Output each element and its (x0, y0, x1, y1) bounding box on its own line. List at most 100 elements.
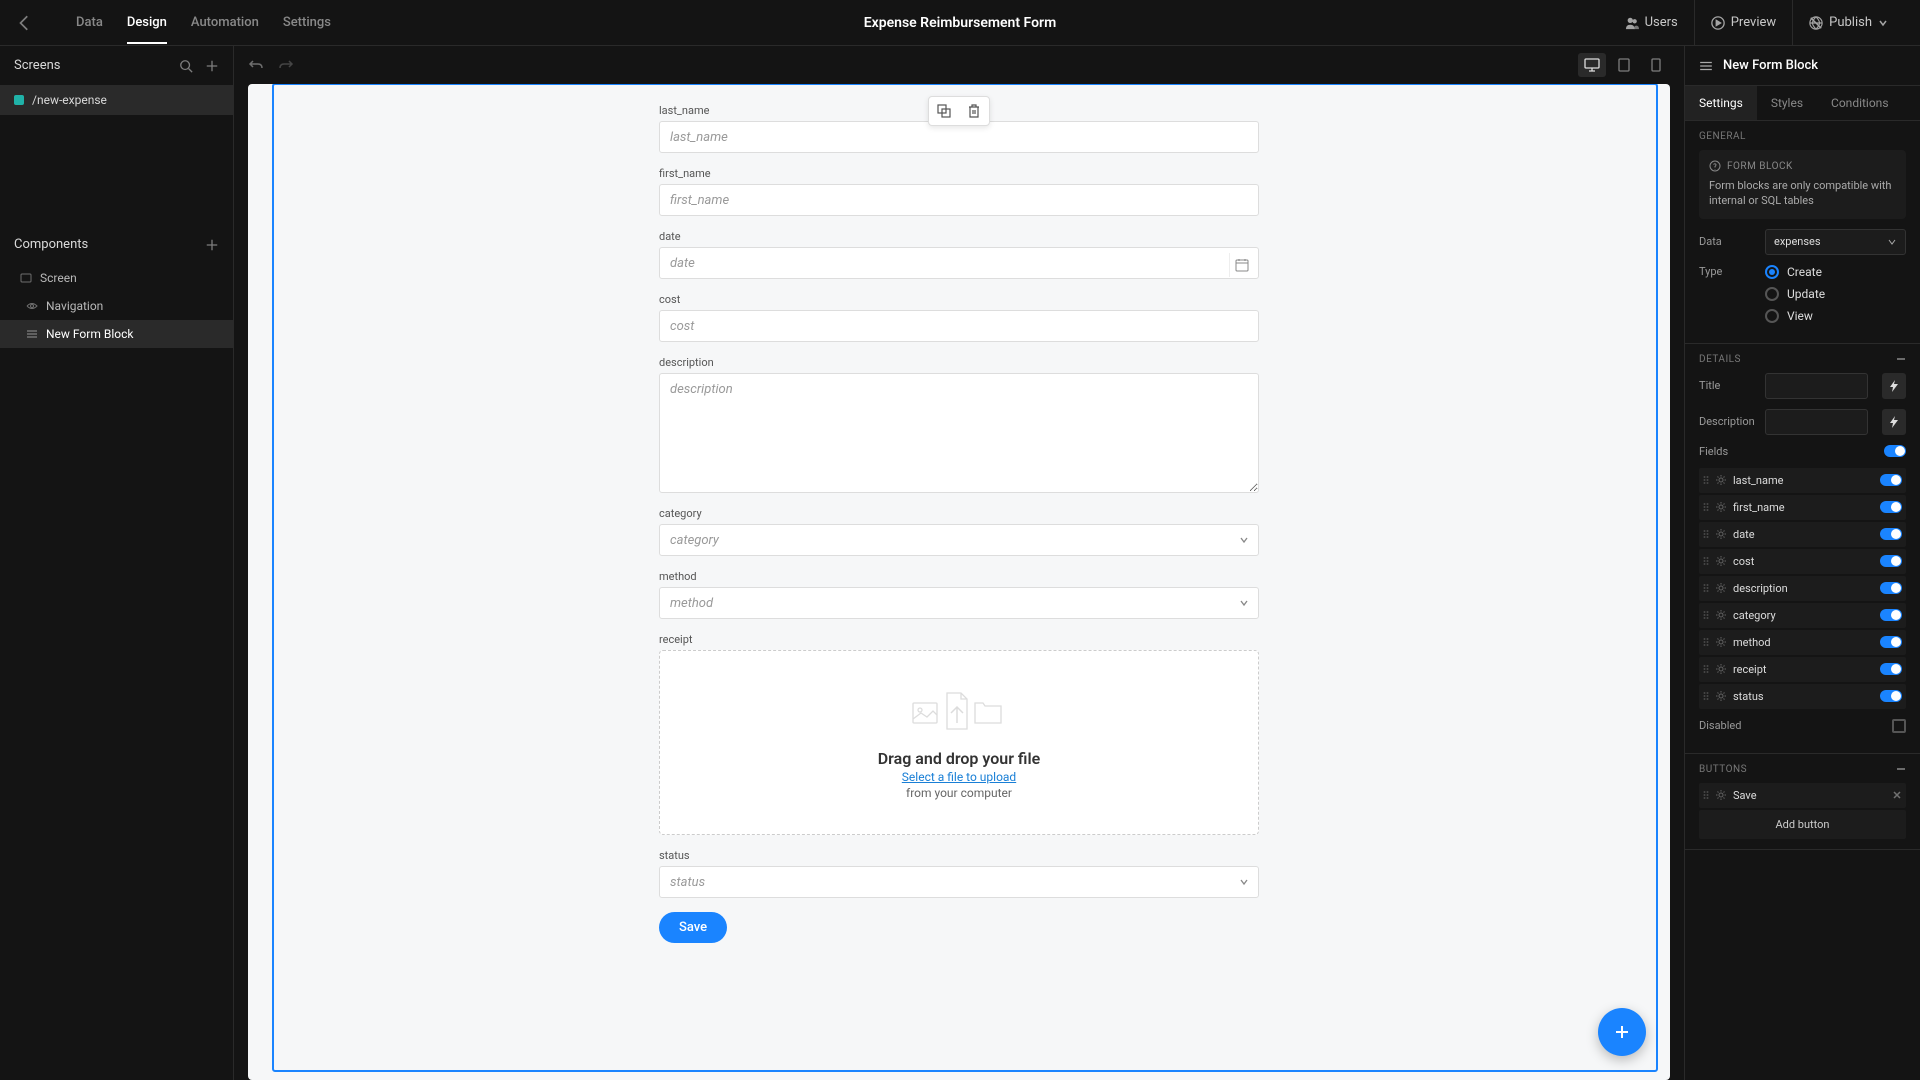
field-toggle[interactable] (1880, 555, 1902, 567)
field-row-status[interactable]: status (1699, 684, 1906, 709)
gear-icon (1715, 636, 1727, 648)
gear-icon (1715, 789, 1727, 801)
select-method[interactable] (659, 587, 1259, 619)
prop-title-input[interactable] (1765, 373, 1868, 399)
fab-add[interactable] (1598, 1008, 1646, 1056)
field-row-first_name[interactable]: first_name (1699, 495, 1906, 520)
field-row-cost[interactable]: cost (1699, 549, 1906, 574)
chevron-down-icon (1878, 18, 1888, 28)
disabled-checkbox[interactable] (1892, 719, 1906, 733)
drag-handle-icon (1703, 529, 1709, 539)
users-action[interactable]: Users (1609, 0, 1694, 46)
topnav-design[interactable]: Design (115, 1, 179, 44)
drag-handle-icon (1703, 637, 1709, 647)
label-receipt: receipt (659, 633, 1259, 646)
device-tablet[interactable] (1610, 53, 1638, 77)
type-radio-update[interactable]: Update (1765, 287, 1825, 301)
close-icon[interactable] (1892, 790, 1902, 800)
calendar-icon[interactable] (1229, 253, 1253, 277)
plus-icon[interactable] (205, 238, 219, 252)
save-button[interactable]: Save (659, 912, 727, 943)
copy-icon (937, 104, 951, 118)
search-icon[interactable] (179, 59, 193, 73)
field-row-date[interactable]: date (1699, 522, 1906, 547)
infobox-head: FORM BLOCK (1709, 160, 1896, 172)
section-details[interactable]: DETAILS (1699, 354, 1906, 365)
type-radio-view[interactable]: View (1765, 309, 1825, 323)
field-row-method[interactable]: method (1699, 630, 1906, 655)
drag-handle-icon (1703, 691, 1709, 701)
input-description[interactable] (659, 373, 1259, 493)
field-row-last_name[interactable]: last_name (1699, 468, 1906, 493)
dropzone-sub: from your computer (670, 786, 1248, 800)
publish-action[interactable]: Publish (1792, 0, 1904, 46)
field-toggle[interactable] (1880, 501, 1902, 513)
help-circle-icon (1709, 160, 1721, 172)
file-dropzone[interactable]: Drag and drop your file Select a file to… (659, 650, 1259, 835)
topnav-automation[interactable]: Automation (179, 1, 271, 44)
delete-button[interactable] (959, 97, 989, 125)
gear-icon (1715, 501, 1727, 513)
screen-item[interactable]: /new-expense (0, 85, 233, 115)
field-toggle[interactable] (1880, 474, 1902, 486)
component-navigation[interactable]: Navigation (0, 292, 233, 320)
label-date: date (659, 230, 1259, 243)
inspector-tab-settings[interactable]: Settings (1685, 86, 1757, 120)
input-first-name[interactable] (659, 184, 1259, 216)
redo-icon[interactable] (278, 57, 294, 73)
gear-icon (1715, 555, 1727, 567)
undo-icon[interactable] (248, 57, 264, 73)
artboard[interactable]: last_name first_name date cost descripti… (248, 84, 1670, 1080)
field-toggle[interactable] (1880, 663, 1902, 675)
duplicate-button[interactable] (929, 97, 959, 125)
dropzone-link[interactable]: Select a file to upload (902, 770, 1016, 784)
preview-action[interactable]: Preview (1694, 0, 1792, 46)
type-radio-create[interactable]: Create (1765, 265, 1825, 279)
drag-handle-icon (1703, 502, 1709, 512)
form-icon (1699, 59, 1713, 73)
device-mobile[interactable] (1642, 53, 1670, 77)
bolt-button[interactable] (1882, 409, 1906, 435)
plus-icon[interactable] (205, 59, 219, 73)
bolt-button[interactable] (1882, 373, 1906, 399)
field-toggle[interactable] (1880, 636, 1902, 648)
add-button-row[interactable]: Add button (1699, 810, 1906, 839)
select-category[interactable] (659, 524, 1259, 556)
inspector-tab-conditions[interactable]: Conditions (1817, 86, 1902, 120)
prop-title-label: Title (1699, 379, 1755, 392)
device-desktop[interactable] (1578, 53, 1606, 77)
field-toggle[interactable] (1880, 690, 1902, 702)
components-header: Components (0, 225, 233, 264)
drag-handle-icon (1703, 583, 1709, 593)
app-title: Expense Reimbursement Form (864, 15, 1056, 31)
field-row-category[interactable]: category (1699, 603, 1906, 628)
field-toggle[interactable] (1880, 528, 1902, 540)
back-icon[interactable] (16, 14, 34, 32)
field-row-description[interactable]: description (1699, 576, 1906, 601)
prop-data-select[interactable]: expenses (1765, 229, 1906, 255)
component-screen[interactable]: Screen (0, 264, 233, 292)
section-buttons[interactable]: BUTTONS (1699, 764, 1906, 775)
radio-dot-icon (1765, 265, 1779, 279)
label-first-name: first_name (659, 167, 1259, 180)
drag-handle-icon (1703, 790, 1709, 800)
topnav-settings[interactable]: Settings (271, 1, 343, 44)
radio-dot-icon (1765, 309, 1779, 323)
field-row-receipt[interactable]: receipt (1699, 657, 1906, 682)
prop-data-label: Data (1699, 235, 1755, 248)
gear-icon (1715, 582, 1727, 594)
field-toggle[interactable] (1880, 609, 1902, 621)
topnav-data[interactable]: Data (64, 1, 115, 44)
component-form-block[interactable]: New Form Block (0, 320, 233, 348)
minus-icon (1896, 354, 1906, 364)
inspector-tab-styles[interactable]: Styles (1757, 86, 1817, 120)
infobox-text: Form blocks are only compatible with int… (1709, 178, 1896, 209)
input-cost[interactable] (659, 310, 1259, 342)
select-status[interactable] (659, 866, 1259, 898)
prop-desc-input[interactable] (1765, 409, 1868, 435)
input-date[interactable] (659, 247, 1259, 279)
button-row[interactable]: Save (1699, 783, 1906, 808)
fields-master-toggle[interactable] (1884, 445, 1906, 457)
field-toggle[interactable] (1880, 582, 1902, 594)
drag-handle-icon (1703, 664, 1709, 674)
